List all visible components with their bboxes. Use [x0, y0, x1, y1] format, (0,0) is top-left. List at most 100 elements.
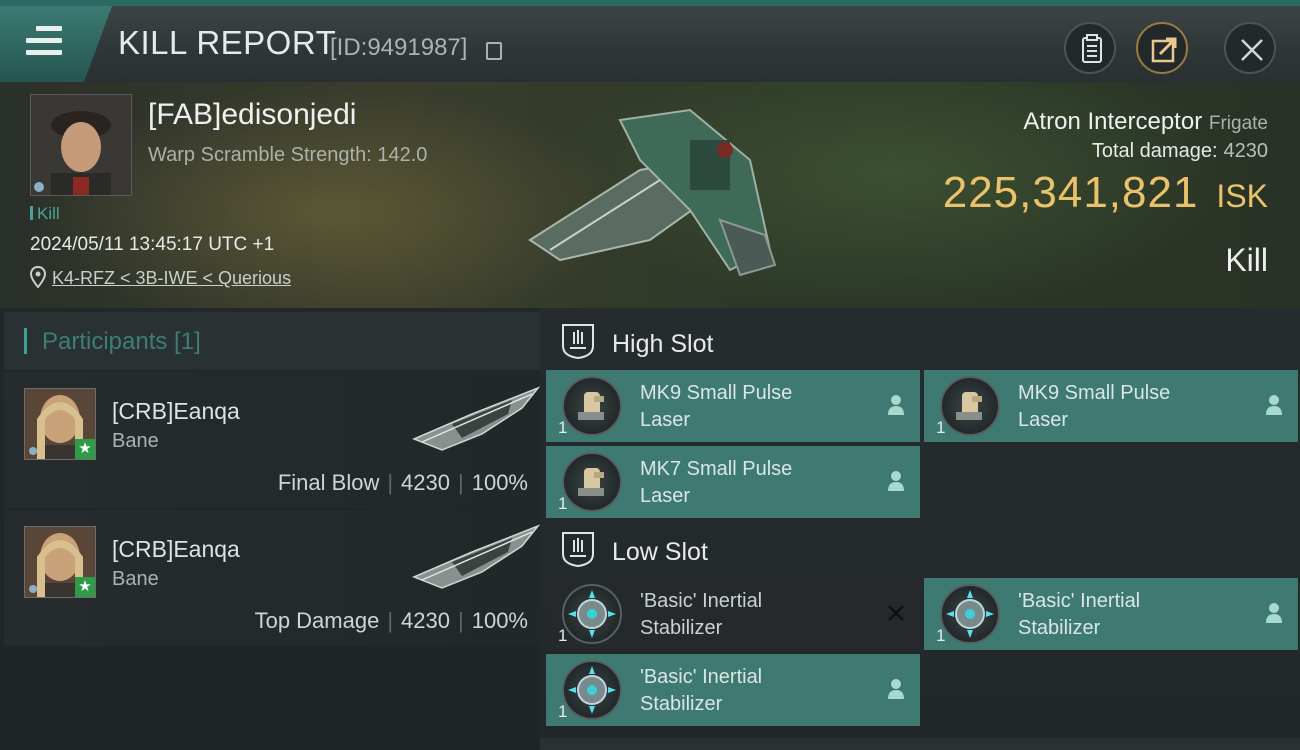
module-item[interactable]: 1 'Basic' Inertial Stabilizer: [546, 654, 920, 726]
module-item[interactable]: 1 MK9 Small Pulse Laser: [546, 370, 920, 442]
person-icon: [888, 395, 904, 415]
person-icon: [1266, 603, 1282, 623]
close-icon: [1241, 39, 1263, 61]
destroyed-x-icon: [888, 605, 904, 621]
module-item[interactable]: 1 'Basic' Inertial Stabilizer: [546, 578, 920, 650]
participants-title: Participants [1]: [42, 328, 201, 355]
share-button[interactable]: [1136, 22, 1188, 74]
participant-ship-image: [412, 386, 540, 451]
person-icon: [1266, 395, 1282, 415]
warp-scramble-strength: Warp Scramble Strength: 142.0: [148, 144, 428, 166]
participants-panel: Participants [1] ★ [CRB]Eanqa Bane Final…: [0, 308, 540, 750]
copy-id-icon[interactable]: [486, 42, 502, 60]
module-quantity: 1: [936, 418, 946, 437]
isk-unit: ISK: [1216, 178, 1268, 214]
participant-damage: 4230: [401, 608, 450, 633]
pulse-laser-icon: [940, 376, 1000, 436]
module-name-line2: Laser: [1018, 409, 1069, 431]
clipboard-icon: [1082, 34, 1102, 63]
high-slot-icon: [562, 324, 594, 360]
pulse-laser-icon: [562, 376, 622, 436]
close-button[interactable]: [1224, 22, 1276, 74]
total-damage-label: Total damage:: [1091, 140, 1218, 162]
module-name-line2: Laser: [640, 409, 691, 431]
isk-amount: 225,341,821: [942, 168, 1199, 217]
header-accent: [24, 328, 27, 354]
high-slot-title: High Slot: [612, 330, 714, 358]
victim-panel: [FAB]edisonjedi Warp Scramble Strength: …: [0, 82, 1300, 308]
participant-row[interactable]: ★ [CRB]Eanqa Bane Top Damage | 4230 | 100%: [4, 510, 540, 646]
module-name: 'Basic' Inertial Stabilizer: [1018, 588, 1238, 642]
victim-ship-image[interactable]: [520, 100, 780, 280]
participant-ship-image: [412, 524, 540, 589]
participant-label: Top Damage: [254, 608, 380, 633]
module-name: MK9 Small Pulse Laser: [1018, 380, 1238, 434]
participant-stats: Final Blow | 4230 | 100%: [277, 470, 528, 495]
participant-damage: 4230: [401, 470, 450, 495]
kill-tag: Kill: [30, 204, 60, 224]
module-item[interactable]: 1 'Basic' Inertial Stabilizer: [924, 578, 1298, 650]
module-name-line1: 'Basic' Inertial: [1018, 590, 1141, 612]
low-slot-title: Low Slot: [612, 538, 708, 566]
inertial-stabilizer-icon: [562, 584, 622, 644]
module-name: MK7 Small Pulse Laser: [640, 456, 860, 510]
module-name-line1: MK9 Small Pulse: [640, 382, 793, 404]
star-icon: ★: [75, 577, 95, 597]
participant-row[interactable]: ★ [CRB]Eanqa Bane Final Blow | 4230 | 100%: [4, 372, 540, 508]
module-name-line1: MK9 Small Pulse: [1018, 382, 1171, 404]
module-name-line2: Laser: [640, 485, 691, 507]
share-icon: [1151, 37, 1177, 63]
participant-stats: Top Damage | 4230 | 100%: [254, 608, 528, 633]
participant-ship: Bane: [112, 568, 159, 590]
module-name-line2: Stabilizer: [640, 693, 723, 715]
clipboard-button[interactable]: [1064, 22, 1116, 74]
module-name: 'Basic' Inertial Stabilizer: [640, 588, 860, 642]
victim-ship-name: Atron Interceptor Frigate: [1023, 108, 1268, 136]
next-slot-peek: [540, 738, 1300, 750]
victim-name[interactable]: [FAB]edisonjedi: [148, 98, 356, 132]
module-name: 'Basic' Inertial Stabilizer: [640, 664, 860, 718]
participant-ship: Bane: [112, 430, 159, 452]
module-item[interactable]: 1 MK9 Small Pulse Laser: [924, 370, 1298, 442]
menu-button[interactable]: [0, 6, 112, 82]
ship-name-text: Atron Interceptor: [1023, 108, 1203, 135]
low-slot-icon: [562, 532, 594, 568]
page-title: KILL REPORT: [118, 24, 337, 61]
module-quantity: 1: [936, 626, 946, 645]
person-icon: [888, 679, 904, 699]
victim-portrait[interactable]: [30, 94, 132, 196]
header-bar: KILL REPORT [ID:9491987]: [0, 0, 1300, 82]
module-name-line1: 'Basic' Inertial: [640, 590, 763, 612]
module-quantity: 1: [558, 702, 568, 721]
module-quantity: 1: [558, 418, 568, 437]
star-icon: ★: [75, 439, 95, 459]
participant-percent: 100%: [471, 608, 528, 633]
fittings-panel: High Slot 1 MK9 Small Pulse Laser 1 MK9 …: [540, 308, 1300, 750]
participants-header: Participants [1]: [4, 312, 540, 370]
total-damage: Total damage: 4230: [1092, 140, 1268, 163]
avatar: [31, 95, 131, 195]
participant-name[interactable]: [CRB]Eanqa: [112, 536, 240, 563]
module-name-line2: Stabilizer: [640, 617, 723, 639]
low-slot-header: Low Slot: [560, 530, 708, 574]
participant-portrait[interactable]: ★: [24, 526, 96, 598]
inertial-stabilizer-icon: [940, 584, 1000, 644]
ship-class: Frigate: [1208, 113, 1268, 134]
kill-location-link[interactable]: K4-RFZ < 3B-IWE < Querious: [52, 268, 291, 289]
total-damage-value: 4230: [1223, 140, 1269, 162]
participant-label: Final Blow: [277, 470, 380, 495]
participant-name[interactable]: [CRB]Eanqa: [112, 398, 240, 425]
person-icon: [888, 471, 904, 491]
participant-percent: 100%: [471, 470, 528, 495]
module-quantity: 1: [558, 626, 568, 645]
module-item[interactable]: 1 MK7 Small Pulse Laser: [546, 446, 920, 518]
module-name-line1: 'Basic' Inertial: [640, 666, 763, 688]
result-label: Kill: [1225, 242, 1268, 278]
participant-portrait[interactable]: ★: [24, 388, 96, 460]
high-slot-header: High Slot: [560, 322, 713, 366]
inertial-stabilizer-icon: [562, 660, 622, 720]
location-pin-icon: [30, 266, 46, 288]
isk-value: 225,341,821 ISK: [943, 168, 1268, 218]
pulse-laser-icon: [562, 452, 622, 512]
module-name-line1: MK7 Small Pulse: [640, 458, 793, 480]
